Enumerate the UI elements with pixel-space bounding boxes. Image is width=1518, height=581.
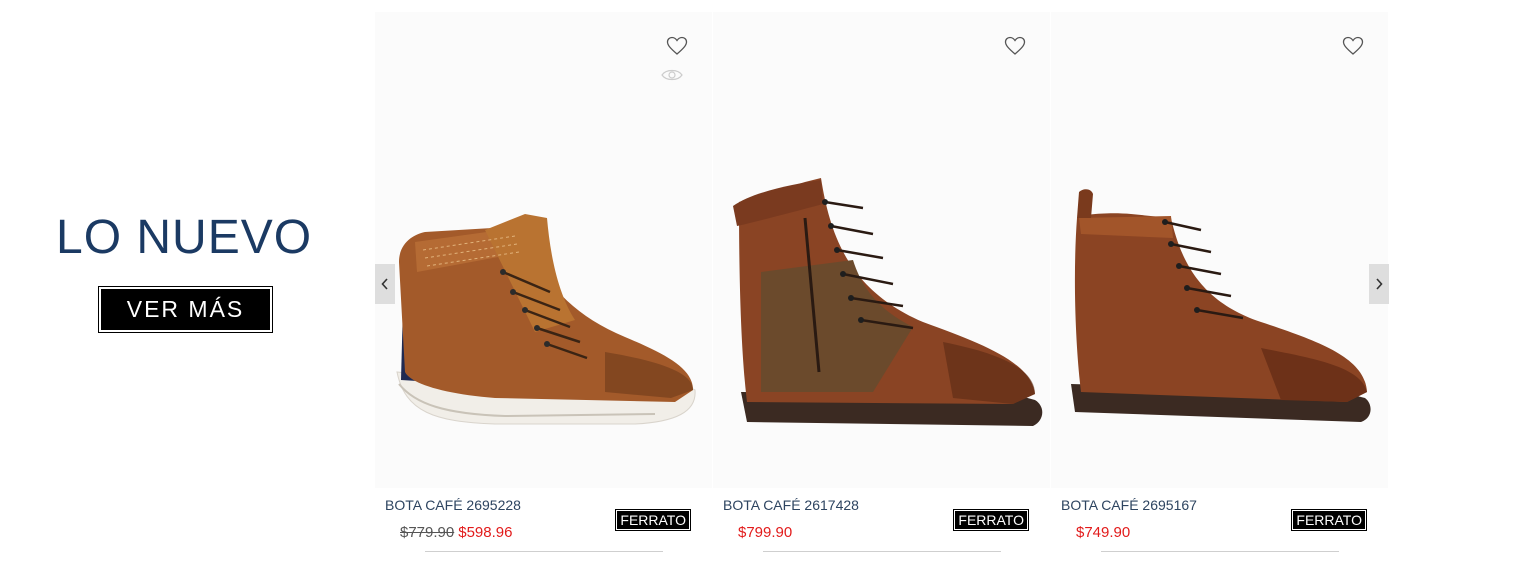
heart-icon[interactable] bbox=[666, 36, 688, 56]
brand-badge: FERRATO bbox=[615, 509, 691, 531]
product-card[interactable]: BOTA CAFÉ 2695167 $749.90 FERRATO bbox=[1051, 12, 1388, 581]
eye-icon[interactable] bbox=[661, 68, 683, 82]
sale-price: $598.96 bbox=[458, 524, 513, 541]
brand-badge: FERRATO bbox=[953, 509, 1029, 531]
chevron-left-icon bbox=[381, 278, 388, 290]
boot-image bbox=[396, 214, 696, 425]
new-arrivals-section: LO NUEVO VER MÁS BOTA CAFÉ 2695228 $779.… bbox=[0, 0, 1518, 581]
divider bbox=[425, 551, 663, 552]
heart-icon[interactable] bbox=[1004, 36, 1026, 56]
product-card[interactable]: BOTA CAFÉ 2617428 $799.90 FERRATO bbox=[713, 12, 1050, 581]
divider bbox=[763, 551, 1001, 552]
original-price: $779.90 bbox=[400, 524, 455, 541]
brand-badge: FERRATO bbox=[1291, 509, 1367, 531]
product-name[interactable]: BOTA CAFÉ 2617428 bbox=[723, 497, 859, 513]
sale-price: $799.90 bbox=[738, 524, 793, 541]
carousel-prev-button[interactable] bbox=[375, 264, 395, 304]
boot-image bbox=[1071, 189, 1371, 422]
divider bbox=[1101, 551, 1339, 552]
see-more-button[interactable]: VER MÁS bbox=[98, 286, 273, 333]
carousel-next-button[interactable] bbox=[1369, 264, 1389, 304]
product-name[interactable]: BOTA CAFÉ 2695167 bbox=[1061, 497, 1197, 513]
product-carousel: BOTA CAFÉ 2695228 $779.90 $598.96 FERRATO bbox=[375, 12, 1389, 581]
product-prices: $779.90 $598.96 bbox=[400, 524, 512, 541]
product-name[interactable]: BOTA CAFÉ 2695228 bbox=[385, 497, 521, 513]
product-prices: $749.90 bbox=[1076, 524, 1130, 541]
product-image[interactable] bbox=[1051, 12, 1388, 488]
promo-panel: LO NUEVO VER MÁS bbox=[0, 0, 370, 581]
promo-title: LO NUEVO bbox=[56, 211, 313, 264]
chevron-right-icon bbox=[1376, 278, 1383, 290]
product-prices: $799.90 bbox=[738, 524, 792, 541]
product-image[interactable] bbox=[713, 12, 1050, 488]
product-image[interactable] bbox=[375, 12, 712, 488]
sale-price: $749.90 bbox=[1076, 524, 1131, 541]
boot-image bbox=[733, 178, 1043, 426]
heart-icon[interactable] bbox=[1342, 36, 1364, 56]
product-card[interactable]: BOTA CAFÉ 2695228 $779.90 $598.96 FERRATO bbox=[375, 12, 712, 581]
